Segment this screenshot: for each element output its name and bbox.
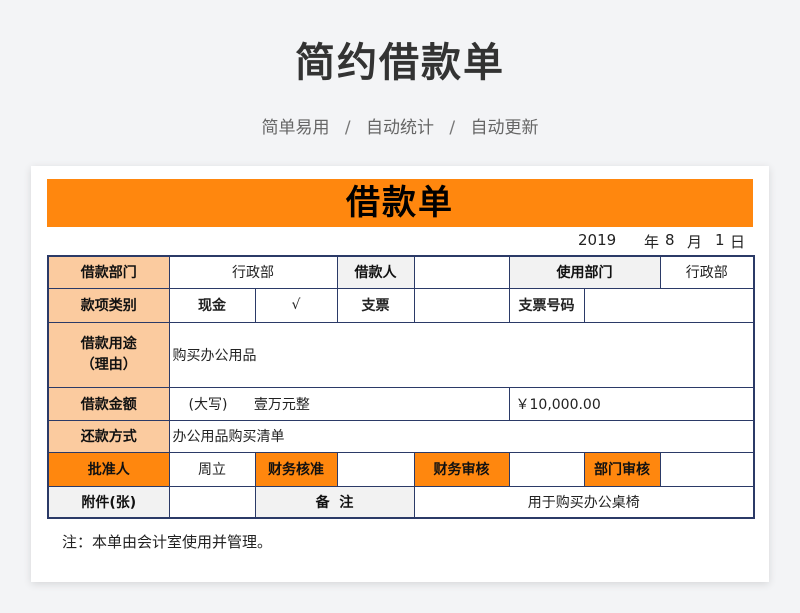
use-dept-label: 使用部门 bbox=[508, 255, 661, 289]
dept-audit-value[interactable] bbox=[659, 451, 755, 487]
date-line: 2019 年 8 月 1 日 bbox=[47, 231, 747, 251]
amount-label: 借款金额 bbox=[47, 386, 170, 421]
cash-label: 现金 bbox=[168, 287, 256, 323]
form-note: 注：本单由会计室使用并管理。 bbox=[62, 533, 273, 551]
date-day-unit: 日 bbox=[730, 233, 746, 251]
row-purpose: 借款用途 （理由） 购买办公用品 bbox=[47, 321, 755, 388]
repay-label: 还款方式 bbox=[47, 419, 170, 453]
borrower-value[interactable] bbox=[413, 255, 510, 289]
fin-check-value[interactable] bbox=[336, 451, 415, 487]
date-year[interactable]: 2019 bbox=[578, 231, 616, 249]
amount-num-text: ￥10,000.00 bbox=[515, 396, 601, 413]
subtitle-separator: / bbox=[449, 118, 456, 138]
loan-form-table: 借款部门 行政部 借款人 使用部门 行政部 款项类别 现金 √ 支票 支票号码 … bbox=[47, 255, 755, 519]
dept-value[interactable]: 行政部 bbox=[168, 255, 338, 289]
attach-value[interactable] bbox=[168, 485, 256, 519]
check-no-value[interactable] bbox=[583, 287, 755, 323]
check-label: 支票 bbox=[336, 287, 415, 323]
form-banner: 借款单 bbox=[47, 179, 753, 227]
approver-value[interactable]: 周立 bbox=[168, 451, 256, 487]
category-label: 款项类别 bbox=[47, 287, 170, 323]
purpose-value[interactable]: 购买办公用品 bbox=[168, 321, 755, 388]
fin-check-label: 财务核准 bbox=[254, 451, 338, 487]
use-dept-value[interactable]: 行政部 bbox=[659, 255, 755, 289]
row-department: 借款部门 行政部 借款人 使用部门 行政部 bbox=[47, 255, 755, 289]
subtitle-item-stats: 自动统计 bbox=[366, 118, 434, 138]
amount-caps-value: 壹万元整 bbox=[253, 396, 310, 413]
amount-caps-prefix: (大写) bbox=[188, 396, 228, 413]
subtitle-separator: / bbox=[344, 118, 351, 138]
amount-num-value[interactable]: ￥10,000.00 bbox=[508, 386, 755, 421]
row-amount: 借款金额 (大写) 壹万元整 ￥10,000.00 bbox=[47, 386, 755, 421]
date-month[interactable]: 8 bbox=[665, 231, 675, 249]
row-approval: 批准人 周立 财务核准 财务审核 部门审核 bbox=[47, 451, 755, 487]
dept-audit-label: 部门审核 bbox=[583, 451, 661, 487]
page-subtitle: 简单易用 / 自动统计 / 自动更新 bbox=[0, 113, 800, 138]
fin-audit-label: 财务审核 bbox=[413, 451, 510, 487]
amount-caps-cell[interactable]: (大写) 壹万元整 bbox=[168, 386, 510, 421]
approver-label: 批准人 bbox=[47, 451, 170, 487]
cash-value[interactable]: √ bbox=[254, 287, 338, 323]
date-year-unit: 年 bbox=[644, 233, 660, 251]
row-category: 款项类别 现金 √ 支票 支票号码 bbox=[47, 287, 755, 323]
remark-value[interactable]: 用于购买办公桌椅 bbox=[413, 485, 755, 519]
check-value[interactable] bbox=[413, 287, 510, 323]
row-repay: 还款方式 办公用品购买清单 bbox=[47, 419, 755, 453]
attach-label: 附件(张) bbox=[47, 485, 170, 519]
row-attachment: 附件(张) 备 注 用于购买办公桌椅 bbox=[47, 485, 755, 519]
repay-value[interactable]: 办公用品购买清单 bbox=[168, 419, 755, 453]
purpose-label: 借款用途 （理由） bbox=[47, 321, 170, 388]
date-month-unit: 月 bbox=[687, 233, 703, 251]
purpose-label-text: 借款用途 （理由） bbox=[80, 335, 137, 373]
date-day[interactable]: 1 bbox=[715, 231, 725, 249]
subtitle-item-update: 自动更新 bbox=[470, 118, 539, 138]
borrower-label: 借款人 bbox=[336, 255, 415, 289]
remark-label: 备 注 bbox=[254, 485, 415, 519]
check-no-label: 支票号码 bbox=[508, 287, 585, 323]
fin-audit-value[interactable] bbox=[508, 451, 585, 487]
dept-label: 借款部门 bbox=[47, 255, 170, 289]
page-title: 简约借款单 bbox=[295, 40, 505, 86]
subtitle-item-easy: 简单易用 bbox=[261, 118, 330, 138]
